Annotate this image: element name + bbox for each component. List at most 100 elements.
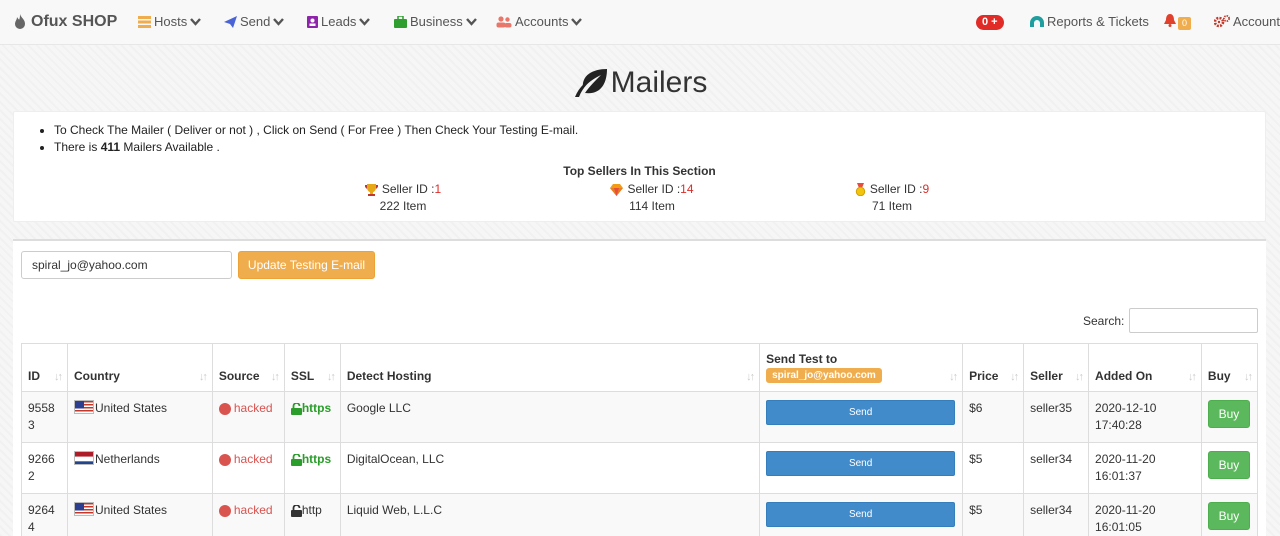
country-name: United States (94, 401, 168, 415)
cell-seller[interactable]: seller34 (1023, 493, 1090, 536)
cell-id: 95583 (21, 391, 68, 443)
col-buy[interactable]: Buy ↓↑ (1200, 343, 1259, 392)
plus-icon: + (988, 16, 998, 28)
seller-label: Seller ID : (869, 182, 923, 196)
cell-source: hacked (211, 442, 285, 494)
sort-icon: ↓↑ (1244, 371, 1253, 383)
cell-price: $6 (962, 391, 1025, 443)
cart-badge[interactable]: 0 + (976, 15, 1004, 30)
col-ssl[interactable]: SSL ↓↑ (283, 343, 341, 392)
cell-added-on: 2020-12-10 17:40:28 (1088, 391, 1202, 443)
info-panel: To Check The Mailer ( Deliver or not ) ,… (13, 111, 1266, 222)
nav-reports-tickets[interactable]: Reports & Tickets (1030, 14, 1149, 29)
send-test-email-badge: spiral_jo@yahoo.com (766, 368, 882, 383)
diamond-icon (610, 183, 624, 196)
unlock-icon (290, 453, 302, 466)
mailers-table: ID ↓↑ Country ↓↑ Source ↓↑ SSL ↓↑ Detect Hos… (21, 343, 1259, 536)
circle-icon (218, 504, 231, 517)
cell-country: United States (66, 493, 213, 536)
search-label: Search: (1083, 314, 1125, 328)
seller-item-count: 114 Item (629, 199, 675, 213)
trophy-icon (364, 183, 378, 196)
seller-id[interactable]: 1 (435, 181, 442, 198)
send-test-button[interactable]: Send (766, 400, 956, 425)
col-country[interactable]: Country ↓↑ (66, 343, 213, 392)
table-row: 95583 United States hacked https Google … (21, 391, 1259, 443)
cell-send: Send (759, 391, 964, 443)
nav-business[interactable]: Business (394, 14, 477, 29)
server-icon (138, 15, 151, 28)
source-label: hacked (233, 401, 273, 415)
us-flag-icon (73, 400, 94, 414)
cell-send: Send (759, 493, 964, 536)
col-seller-label: Seller (1030, 369, 1063, 383)
seller-item-count: 222 Item (379, 199, 427, 213)
table-row: 92644 United States hacked http Liquid W… (21, 493, 1259, 536)
cell-seller[interactable]: seller35 (1023, 391, 1090, 443)
buy-button[interactable]: Buy (1207, 400, 1250, 428)
cell-seller[interactable]: seller34 (1023, 442, 1090, 494)
cell-ssl: https (283, 391, 341, 443)
source-label: hacked (233, 452, 273, 466)
nl-flag-icon (73, 451, 94, 465)
sort-icon: ↓↑ (1075, 371, 1084, 383)
cell-added-on: 2020-11-20 16:01:05 (1088, 493, 1202, 536)
chevron-down-icon (359, 17, 371, 26)
cell-country: Netherlands (66, 442, 213, 494)
top-sellers-title: Top Sellers In This Section (563, 164, 716, 178)
send-test-button[interactable]: Send (766, 451, 956, 476)
update-testing-email-button[interactable]: Update Testing E-mail (238, 251, 375, 279)
sort-icon: ↓↑ (1010, 371, 1019, 383)
sort-icon: ↓↑ (1187, 371, 1197, 383)
info-suffix: Mailers Available . (120, 140, 220, 154)
nav-send[interactable]: Send (224, 14, 285, 29)
col-detect-hosting[interactable]: Detect Hosting ↓↑ (339, 343, 761, 392)
chevron-down-icon (190, 17, 202, 26)
seller-id[interactable]: 14 (680, 181, 693, 198)
col-price[interactable]: Price ↓↑ (962, 343, 1025, 392)
nav-business-label: Business (410, 14, 463, 29)
search-input[interactable] (1129, 308, 1258, 333)
col-source[interactable]: Source ↓↑ (211, 343, 285, 392)
col-added-on[interactable]: Added On ↓↑ (1088, 343, 1202, 392)
info-list: To Check The Mailer ( Deliver or not ) ,… (54, 122, 578, 156)
col-hosting-label: Detect Hosting (346, 369, 432, 383)
nav-account[interactable]: Account (1214, 14, 1280, 29)
cell-price: $5 (962, 493, 1025, 536)
mailer-id: 92644 (28, 503, 55, 534)
col-ssl-label: SSL (290, 369, 315, 383)
country-name: Netherlands (94, 452, 160, 466)
seller-id[interactable]: 9 (923, 181, 930, 198)
nav-leads[interactable]: Leads (307, 14, 371, 29)
buy-button[interactable]: Buy (1207, 451, 1250, 479)
info-prefix: There is (54, 140, 101, 154)
leaf-icon (574, 69, 607, 97)
seller-label: Seller ID : (381, 182, 435, 196)
nav-hosts[interactable]: Hosts (138, 14, 202, 29)
table-header-row: ID ↓↑ Country ↓↑ Source ↓↑ SSL ↓↑ Detect Hos… (21, 343, 1259, 392)
nav-accounts[interactable]: Accounts (496, 14, 583, 29)
mailer-id: 95583 (28, 401, 55, 432)
top-seller-2: Seller ID : 14 114 Item (587, 181, 717, 215)
brand-logo[interactable]: Ofux SHOP (13, 13, 117, 31)
cell-send: Send (759, 442, 964, 494)
top-seller-3: Seller ID : 9 71 Item (827, 181, 957, 215)
info-available-count: There is 411 Mailers Available . (54, 139, 578, 156)
mailer-id: 92662 (28, 452, 55, 483)
col-added-label: Added On (1095, 369, 1153, 383)
testing-email-input[interactable] (21, 251, 232, 279)
sort-icon: ↓↑ (949, 371, 958, 383)
nav-send-label: Send (240, 14, 271, 29)
buy-button[interactable]: Buy (1207, 502, 1250, 530)
send-test-button[interactable]: Send (766, 502, 956, 527)
cell-buy: Buy (1200, 391, 1259, 443)
col-send-test[interactable]: Send Test to spiral_jo@yahoo.com ↓↑ (759, 343, 964, 392)
cell-source: hacked (211, 493, 285, 536)
notifications-bell[interactable] (1164, 14, 1179, 27)
cell-added-on: 2020-11-20 16:01:37 (1088, 442, 1202, 494)
col-seller[interactable]: Seller ↓↑ (1023, 343, 1090, 392)
address-book-icon (307, 15, 318, 28)
unlock-icon (290, 402, 302, 415)
chevron-down-icon (273, 17, 285, 26)
col-id[interactable]: ID ↓↑ (21, 343, 68, 392)
